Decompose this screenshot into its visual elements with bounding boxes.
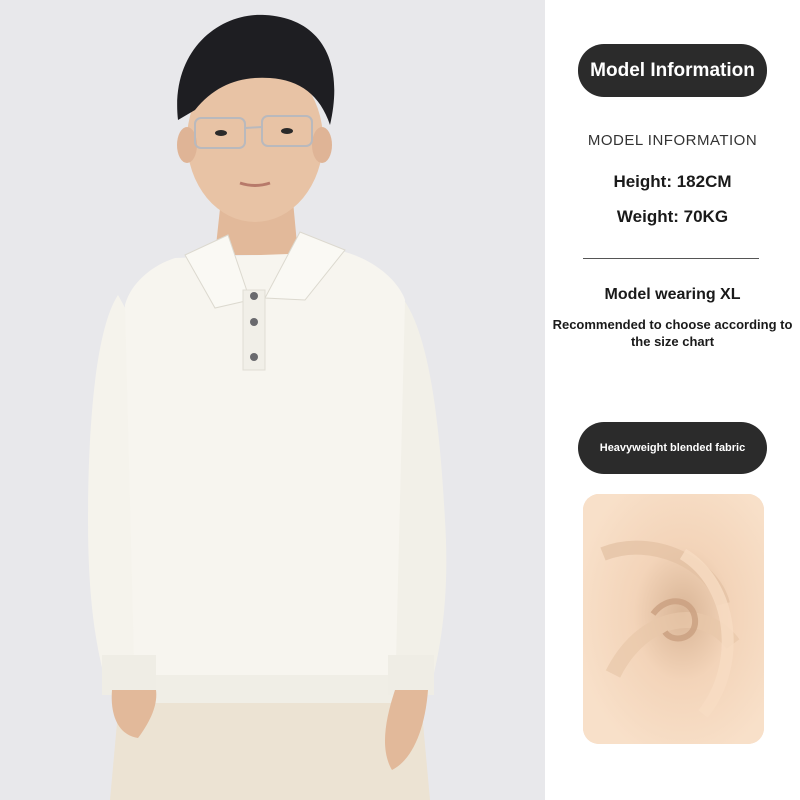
model-size-worn: Model wearing XL [604,286,741,303]
section-label: MODEL INFORMATION [587,132,758,149]
size-recommendation: Recommended to choose according to the s… [552,317,793,349]
model-height: Height: 182CM [613,172,732,191]
fabric-swatch-image [583,494,764,744]
divider [583,258,759,259]
fabric-pill: Heavyweight blended fabric [578,422,767,474]
info-panel: Model Information MODEL INFORMATION Heig… [545,0,800,800]
model-illustration [0,0,545,800]
fabric-texture [583,494,764,744]
model-information-pill: Model Information [578,44,767,97]
model-weight: Weight: 70KG [616,207,729,226]
model-photo [0,0,545,800]
